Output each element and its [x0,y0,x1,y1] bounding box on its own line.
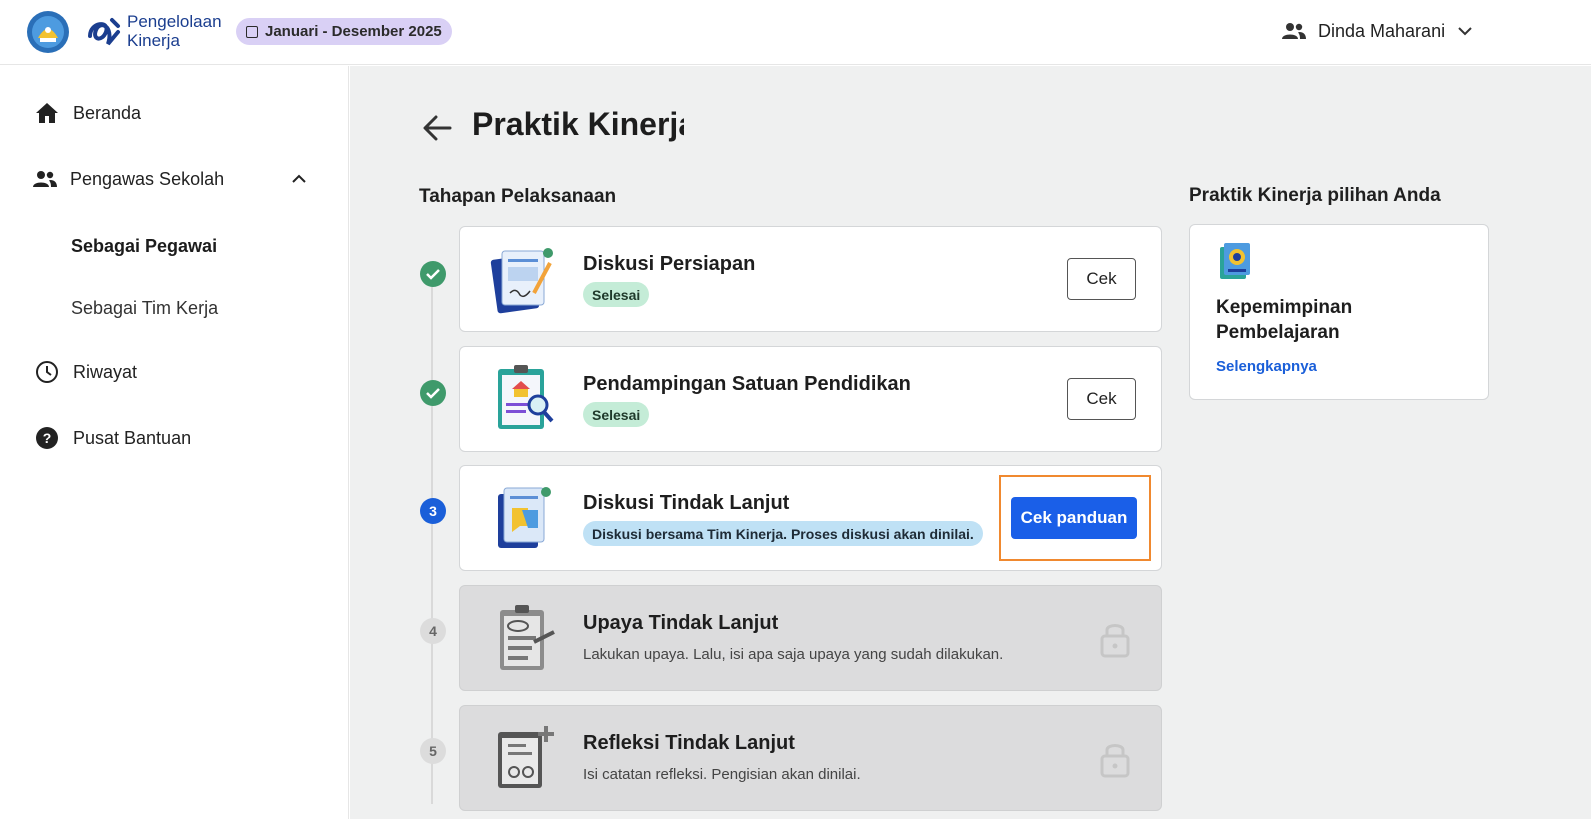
chevron-up-icon[interactable] [291,174,307,184]
step-title: Upaya Tindak Lanjut [583,612,779,634]
sidebar-item-label: Beranda [73,102,142,123]
chosen-practice-card: Kepemimpinan Pembelajaran Selengkapnya [1189,224,1489,400]
sidebar-item-label: Pusat Bantuan [73,427,192,448]
brand-line1: Pengelolaan [127,12,222,31]
step-card-pendampingan: Pendampingan Satuan Pendidikan Selesai C… [459,346,1162,452]
sidebar-item-label: Pengawas Sekolah [70,168,225,189]
clipboard-school-illustration [498,365,554,429]
brand-name: Pengelolaan Kinerja [127,12,222,50]
sidebar-item-label: Riwayat [73,361,138,382]
chosen-practice-title: Kepemimpinan Pembelajaran [1216,297,1353,343]
period-badge[interactable]: Januari - Desember 2025 [236,18,452,45]
step-done-marker [420,261,446,287]
brand-line2: Kinerja [127,31,180,50]
clipboard-checklist-illustration [500,605,555,670]
cek-button[interactable]: Cek [1067,378,1136,420]
selengkapnya-link[interactable]: Selengkapnya [1216,358,1317,375]
step-card-upaya-tindak-lanjut: Upaya Tindak Lanjut Lakukan upaya. Lalu,… [459,585,1162,691]
pengelolaan-kinerja-logo [88,18,120,46]
help-icon: ? [34,425,60,451]
check-icon [426,269,440,280]
clock-icon [34,359,60,385]
tut-wuri-handayani-logo [27,11,69,53]
discussion-document-illustration [498,487,551,548]
cek-button[interactable]: Cek [1067,258,1136,300]
cek-panduan-button[interactable]: Cek panduan [1011,497,1137,539]
step-connector-line [431,279,433,804]
user-menu[interactable]: Dinda Maharani [1282,16,1473,46]
sidebar-subitem-sebagai-tim-kerja[interactable]: Sebagai Tim Kerja [71,298,218,319]
step-description: Isi catatan refleksi. Pengisian akan din… [583,766,861,783]
home-icon [34,100,60,126]
document-pen-illustration [490,248,553,314]
step-number-marker: 3 [420,498,446,524]
main-content: Praktik Kinerja Tahapan Pelaksanaan Prak… [350,66,1591,819]
reflection-form-illustration [498,726,554,788]
leadership-badge-icon [1220,243,1250,279]
choice-section-title: Praktik Kinerja pilihan Anda [1189,185,1441,206]
sidebar: Beranda Pengawas Sekolah Sebagai Pegawai… [0,66,349,819]
step-title: Pendampingan Satuan Pendidikan [583,373,911,395]
step-number-marker: 4 [420,618,446,644]
step-card-diskusi-persiapan: Diskusi Persiapan Selesai Cek [459,226,1162,332]
page-title: Praktik Kinerja [472,106,684,142]
sidebar-item-pengawas-sekolah[interactable]: Pengawas Sekolah [32,166,312,192]
sidebar-item-beranda[interactable]: Beranda [34,100,141,126]
info-badge: Diskusi bersama Tim Kinerja. Proses disk… [583,521,983,546]
status-badge: Selesai [583,282,650,307]
sidebar-subitem-sebagai-pegawai[interactable]: Sebagai Pegawai [71,236,217,257]
user-name: Dinda Maharani [1318,20,1446,41]
stages-title: Tahapan Pelaksanaan [419,186,617,207]
chevron-down-icon [1458,27,1472,36]
step-card-refleksi-tindak-lanjut: Refleksi Tindak Lanjut Isi catatan refle… [459,705,1162,811]
check-icon [426,388,440,399]
lock-icon [1100,744,1130,778]
step-title: Diskusi Tindak Lanjut [583,492,790,514]
step-done-marker [420,380,446,406]
step-description: Lakukan upaya. Lalu, isi apa saja upaya … [583,646,1004,663]
lock-icon [1100,624,1130,658]
svg-text:?: ? [43,430,52,446]
step-title: Diskusi Persiapan [583,253,756,275]
step-number-marker: 5 [420,738,446,764]
calendar-icon [246,25,258,38]
sidebar-item-pusat-bantuan[interactable]: ? Pusat Bantuan [34,425,191,451]
people-icon [32,166,58,192]
status-badge: Selesai [583,402,650,427]
sidebar-item-riwayat[interactable]: Riwayat [34,359,137,385]
step-card-diskusi-tindak-lanjut: Diskusi Tindak Lanjut Diskusi bersama Ti… [459,465,1162,571]
period-label: Januari - Desember 2025 [265,23,442,40]
people-icon [1282,23,1306,39]
back-arrow-icon[interactable] [420,110,456,146]
step-title: Refleksi Tindak Lanjut [583,732,795,754]
top-bar: Pengelolaan Kinerja Januari - Desember 2… [0,0,1591,65]
